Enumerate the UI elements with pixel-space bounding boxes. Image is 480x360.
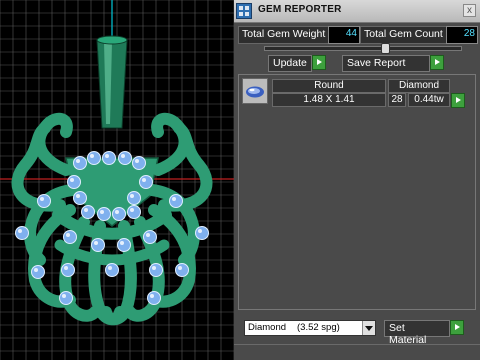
gem-stone <box>67 175 81 189</box>
gem-highlight <box>105 154 109 158</box>
pendant-bail <box>96 39 128 129</box>
slider-thumb[interactable] <box>381 43 390 54</box>
gem-stone <box>143 230 157 244</box>
gem-material-header: Diamond <box>388 79 450 93</box>
gem-oval-icon <box>242 78 268 104</box>
gem-stone <box>117 238 131 252</box>
gem-shape-header: Round <box>272 79 386 93</box>
gem-highlight <box>40 197 44 201</box>
gem-stone <box>147 291 161 305</box>
total-gem-weight-value: 44 <box>328 26 360 44</box>
gem-stone <box>127 191 141 205</box>
gem-stone <box>139 175 153 189</box>
gem-stone <box>61 263 75 277</box>
gem-highlight <box>62 294 66 298</box>
gem-stone <box>127 205 141 219</box>
chevron-down-icon[interactable] <box>362 321 375 335</box>
gem-stone <box>81 205 95 219</box>
pendant-bail-top <box>96 35 128 45</box>
gem-stone <box>37 194 51 208</box>
gem-highlight <box>84 208 88 212</box>
material-select-name: Diamond <box>248 322 287 333</box>
gem-highlight <box>94 241 98 245</box>
gem-highlight <box>198 229 202 233</box>
gem-stone <box>87 151 101 165</box>
3d-viewport[interactable] <box>0 0 234 360</box>
gem-stone <box>102 151 116 165</box>
gem-stone <box>59 291 73 305</box>
gem-highlight <box>135 159 139 163</box>
gem-count-cell: 28 <box>388 93 406 107</box>
gem-highlight <box>76 194 80 198</box>
gem-highlight <box>100 210 104 214</box>
gem-list: Round Diamond 1.48 X 1.41 28 0.44tw <box>238 74 476 310</box>
material-select[interactable]: Diamond (3.52 spg) <box>244 320 376 336</box>
gem-reporter-app-icon <box>236 3 252 19</box>
gem-highlight <box>90 154 94 158</box>
report-slider[interactable] <box>264 43 462 54</box>
gem-stone <box>31 265 45 279</box>
save-report-go-icon[interactable] <box>430 55 444 70</box>
gem-stone <box>195 226 209 240</box>
gem-stone <box>73 156 87 170</box>
gem-highlight <box>178 266 182 270</box>
gem-highlight <box>64 266 68 270</box>
gem-highlight <box>152 266 156 270</box>
gem-stone <box>73 191 87 205</box>
material-select-spg: (3.52 spg) <box>297 322 340 333</box>
gem-highlight <box>18 229 22 233</box>
gem-weight-cell: 0.44tw <box>408 93 450 107</box>
gem-highlight <box>34 268 38 272</box>
total-gem-count-value: 28 <box>446 26 478 44</box>
set-material-button[interactable]: Set Material <box>384 320 450 346</box>
total-gem-count-label: Total Gem Count <box>360 26 450 44</box>
gem-stone <box>63 230 77 244</box>
octopus-tentacle <box>33 112 73 176</box>
gem-highlight <box>130 208 134 212</box>
gem-highlight <box>172 197 176 201</box>
gem-stone <box>169 194 183 208</box>
gem-highlight <box>146 233 150 237</box>
gem-highlight <box>76 159 80 163</box>
gem-highlight <box>66 233 70 237</box>
gem-highlight <box>130 194 134 198</box>
panel-divider <box>234 344 480 345</box>
update-go-icon[interactable] <box>312 55 326 70</box>
panel-title-bar[interactable]: GEM REPORTER x <box>234 0 480 23</box>
gem-stone <box>97 207 111 221</box>
gem-row-go-icon[interactable] <box>451 93 465 108</box>
gem-reporter-panel: GEM REPORTER x Total Gem Weight 44 Total… <box>234 0 480 360</box>
gem-highlight <box>120 241 124 245</box>
panel-title: GEM REPORTER <box>258 4 342 15</box>
viewport-canvas <box>0 0 234 360</box>
save-report-button[interactable]: Save Report <box>342 55 430 72</box>
gem-stone <box>105 263 119 277</box>
octopus-tentacle <box>151 112 191 176</box>
gem-stone <box>91 238 105 252</box>
gem-highlight <box>121 154 125 158</box>
gem-stone <box>149 263 163 277</box>
gem-list-row[interactable]: Round Diamond 1.48 X 1.41 28 0.44tw <box>242 78 470 108</box>
gem-highlight <box>150 294 154 298</box>
gem-stone <box>118 151 132 165</box>
gem-highlight <box>142 178 146 182</box>
close-button[interactable]: x <box>463 4 476 17</box>
gem-highlight <box>108 266 112 270</box>
gem-stone <box>132 156 146 170</box>
gem-stone <box>15 226 29 240</box>
gem-stone <box>175 263 189 277</box>
gem-highlight <box>115 210 119 214</box>
gem-stone <box>112 207 126 221</box>
set-material-go-icon[interactable] <box>450 320 464 335</box>
update-button[interactable]: Update <box>268 55 312 72</box>
gem-size-cell: 1.48 X 1.41 <box>272 93 386 107</box>
total-gem-weight-label: Total Gem Weight <box>238 26 330 44</box>
gem-highlight <box>70 178 74 182</box>
